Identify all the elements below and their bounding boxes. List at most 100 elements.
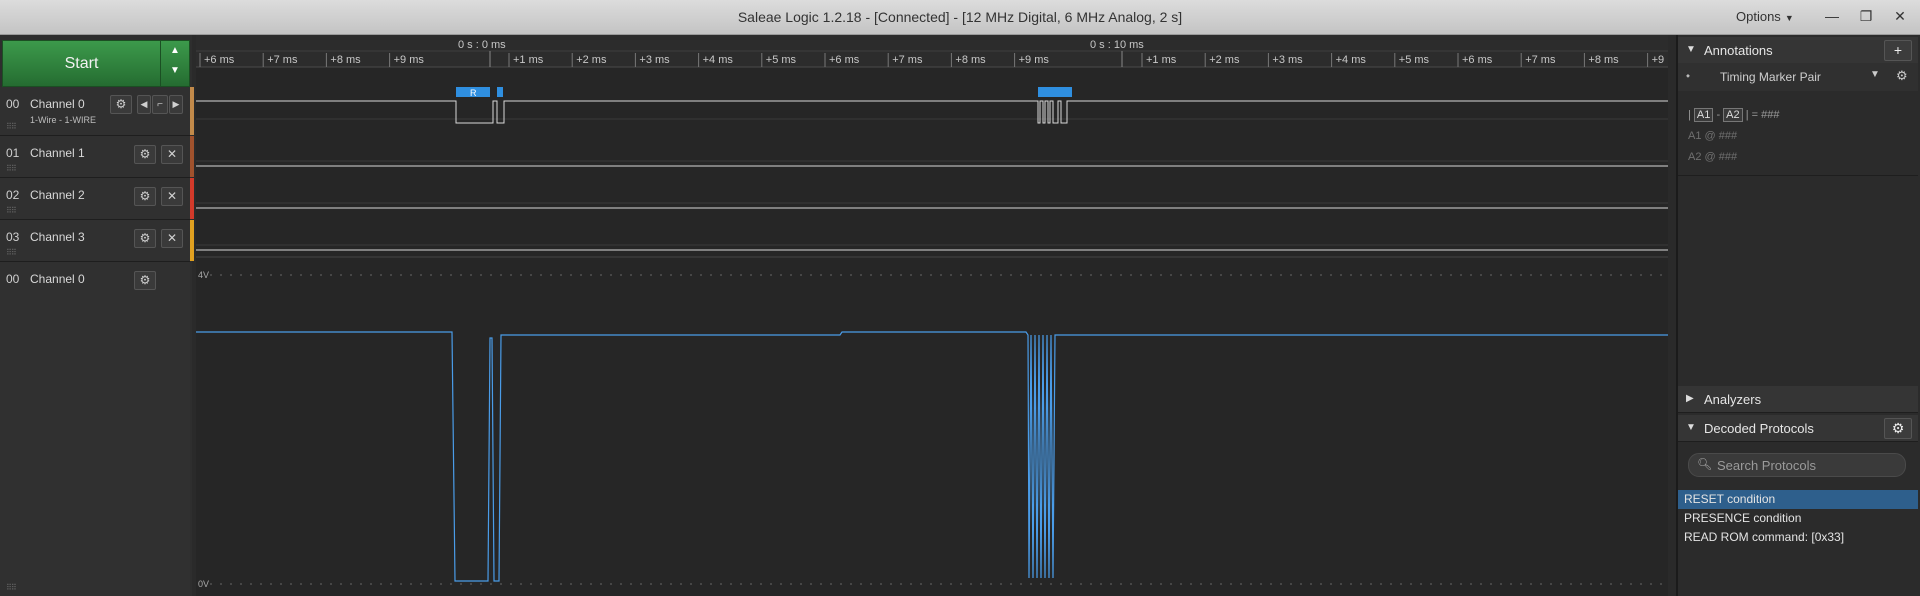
annotations-header[interactable]: ▼ Annotations + bbox=[1678, 37, 1918, 64]
channel-row-3[interactable]: 03 Channel 3 ⚙ ✕ ⠿⠿ bbox=[0, 220, 190, 262]
options-menu[interactable]: Options ▼ bbox=[1736, 9, 1794, 24]
next-edge-icon[interactable]: ▶ bbox=[169, 95, 183, 114]
options-label: Options bbox=[1736, 9, 1781, 24]
drag-handle-icon[interactable]: ⠿⠿ bbox=[6, 583, 17, 592]
marker-difference: | A1 - A2 | = ### bbox=[1688, 108, 1780, 122]
minimize-button[interactable]: — bbox=[1822, 6, 1842, 26]
protocol-item[interactable]: PRESENCE condition bbox=[1678, 509, 1918, 528]
window-titlebar: Saleae Logic 1.2.18 - [Connected] - [12 … bbox=[0, 0, 1920, 35]
close-icon[interactable]: ✕ bbox=[161, 229, 183, 248]
collapse-triangle-icon[interactable]: ▼ bbox=[1686, 44, 1696, 55]
gear-icon[interactable]: ⚙ bbox=[134, 187, 156, 206]
marker-a1-value: A1 @ ### bbox=[1688, 130, 1738, 142]
gear-icon[interactable]: ⚙ bbox=[134, 229, 156, 248]
a1-badge: A1 bbox=[1693, 108, 1714, 122]
gear-icon[interactable]: ⚙ bbox=[134, 271, 156, 290]
ruler-tick-label: +7 ms bbox=[892, 54, 923, 66]
drag-handle-icon[interactable]: ⠿⠿ bbox=[6, 206, 17, 215]
protocol-item[interactable]: READ ROM command: [0x33] bbox=[1678, 528, 1918, 547]
start-options[interactable]: ▲ ▼ bbox=[160, 40, 190, 87]
close-icon[interactable]: ✕ bbox=[161, 187, 183, 206]
expand-triangle-icon[interactable]: ▶ bbox=[1686, 393, 1694, 404]
drag-handle-icon[interactable]: ⠿⠿ bbox=[6, 122, 17, 131]
window-title: Saleae Logic 1.2.18 - [Connected] - [12 … bbox=[737, 9, 1183, 25]
channel-color-2 bbox=[190, 178, 194, 219]
close-button[interactable]: ✕ bbox=[1890, 6, 1910, 26]
ruler-tick-label: +6 ms bbox=[829, 54, 860, 66]
gear-icon[interactable]: ⚙ bbox=[1896, 68, 1908, 84]
ruler-tick-label: +8 ms bbox=[330, 54, 361, 66]
chevron-down-icon: ▼ bbox=[1784, 13, 1794, 23]
prev-edge-icon[interactable]: ◀ bbox=[137, 95, 151, 114]
channel-name[interactable]: Channel 0 bbox=[30, 272, 85, 286]
channel-row-2[interactable]: 02 Channel 2 ⚙ ✕ ⠿⠿ bbox=[0, 178, 190, 220]
search-icon: 🔍︎ bbox=[1697, 457, 1713, 471]
annotations-title: Annotations bbox=[1704, 43, 1773, 58]
ruler-tick-label: +6 ms bbox=[204, 54, 235, 66]
protocol-item[interactable]: RESET condition bbox=[1678, 490, 1918, 509]
channel-row-analog-0[interactable]: 00 Channel 0 ⚙ ⠿⠿ bbox=[0, 262, 190, 596]
ruler-tick-label: +4 ms bbox=[703, 54, 734, 66]
channel-number: 00 bbox=[6, 97, 20, 111]
decoded-protocols-title: Decoded Protocols bbox=[1704, 421, 1814, 436]
analog-trace-ch0 bbox=[196, 331, 1668, 582]
waveform-canvas[interactable]: 0 s : 0 ms 0 s : 10 ms +6 ms +7 ms +8 ms +9… bbox=[196, 35, 1668, 596]
ruler-tick-label: +1 ms bbox=[513, 54, 544, 66]
drag-handle-icon[interactable]: ⠿⠿ bbox=[6, 248, 17, 257]
ruler-tick-label: +9 ms bbox=[394, 54, 425, 66]
channel-number: 00 bbox=[6, 272, 20, 286]
channel-name[interactable]: Channel 3 bbox=[30, 230, 85, 244]
drag-handle-icon[interactable]: ⠿⠿ bbox=[6, 164, 17, 173]
arrow-up-icon[interactable]: ▲ bbox=[161, 41, 189, 61]
decode-bubble-rom-cmd[interactable] bbox=[1038, 87, 1072, 97]
trigger-edge-icon[interactable]: ⌐ bbox=[152, 95, 168, 114]
channel-number: 02 bbox=[6, 188, 20, 202]
channel-panel: Start ▲ ▼ 00 Channel 0 1-Wire - 1-WIRE ⚙… bbox=[0, 35, 194, 596]
channel-color-0 bbox=[190, 87, 194, 135]
ruler-tick-label: +3 ms bbox=[639, 54, 670, 66]
analog-top-label: 4V bbox=[198, 270, 209, 280]
channel-name[interactable]: Channel 0 bbox=[30, 97, 85, 111]
add-annotation-button[interactable]: + bbox=[1884, 40, 1912, 61]
ruler-tick-label: +6 ms bbox=[1462, 54, 1493, 66]
ruler-tick-label: +4 ms bbox=[1336, 54, 1367, 66]
ruler-tick-label: +2 ms bbox=[1209, 54, 1240, 66]
start-button[interactable]: Start bbox=[2, 40, 161, 87]
ruler-tick-label: +9 ms bbox=[1019, 54, 1050, 66]
channel-number: 03 bbox=[6, 230, 20, 244]
channel-row-1[interactable]: 01 Channel 1 ⚙ ✕ ⠿⠿ bbox=[0, 136, 190, 178]
analyzers-title: Analyzers bbox=[1704, 392, 1762, 407]
ruler-tick-label: +5 ms bbox=[766, 54, 797, 66]
gear-icon[interactable]: ⚙ bbox=[134, 145, 156, 164]
ruler-tick-label: +1 ms bbox=[1146, 54, 1177, 66]
analog-bottom-label: 0V bbox=[198, 579, 209, 589]
a2-badge: A2 bbox=[1723, 108, 1743, 122]
arrow-down-icon[interactable]: ▼ bbox=[161, 61, 189, 81]
ruler-tick-label: +3 ms bbox=[1272, 54, 1303, 66]
gear-icon[interactable]: ⚙ bbox=[1884, 418, 1912, 439]
channel-row-0[interactable]: 00 Channel 0 1-Wire - 1-WIRE ⚙ ◀ ⌐ ▶ ⠿⠿ bbox=[0, 87, 190, 136]
ruler-tick-label: +2 ms bbox=[576, 54, 607, 66]
decoded-protocols-header[interactable]: ▼ Decoded Protocols ⚙ bbox=[1678, 415, 1918, 442]
close-icon[interactable]: ✕ bbox=[161, 145, 183, 164]
waveform-view[interactable]: 0 s : 0 ms 0 s : 10 ms +6 ms +7 ms +8 ms +9… bbox=[196, 35, 1668, 596]
timing-marker-pair-row[interactable]: ⬩ Timing Marker Pair ▼ ⚙ bbox=[1678, 63, 1918, 91]
gear-icon[interactable]: ⚙ bbox=[110, 95, 132, 114]
marker-pair-label[interactable]: Timing Marker Pair bbox=[1720, 70, 1821, 84]
search-protocols-box[interactable]: 🔍︎ bbox=[1688, 453, 1906, 477]
channel-name[interactable]: Channel 2 bbox=[30, 188, 85, 202]
channel-number: 01 bbox=[6, 146, 20, 160]
ruler-tick-label: +7 ms bbox=[267, 54, 298, 66]
chevron-down-icon[interactable]: ▼ bbox=[1870, 69, 1880, 80]
timing-marker-right: 0 s : 10 ms bbox=[1090, 39, 1144, 51]
marker-pin-icon[interactable]: ⬩ bbox=[1686, 70, 1690, 83]
decode-bubble-presence[interactable] bbox=[497, 87, 503, 97]
search-protocols-input[interactable] bbox=[1715, 455, 1903, 475]
ruler-tick-label: +8 ms bbox=[1588, 54, 1619, 66]
analyzers-header[interactable]: ▶ Analyzers bbox=[1678, 386, 1918, 413]
channel-color-1 bbox=[190, 136, 194, 177]
divider bbox=[1678, 175, 1918, 176]
restore-button[interactable]: ❐ bbox=[1856, 6, 1876, 26]
collapse-triangle-icon[interactable]: ▼ bbox=[1686, 422, 1696, 433]
channel-name[interactable]: Channel 1 bbox=[30, 146, 85, 160]
